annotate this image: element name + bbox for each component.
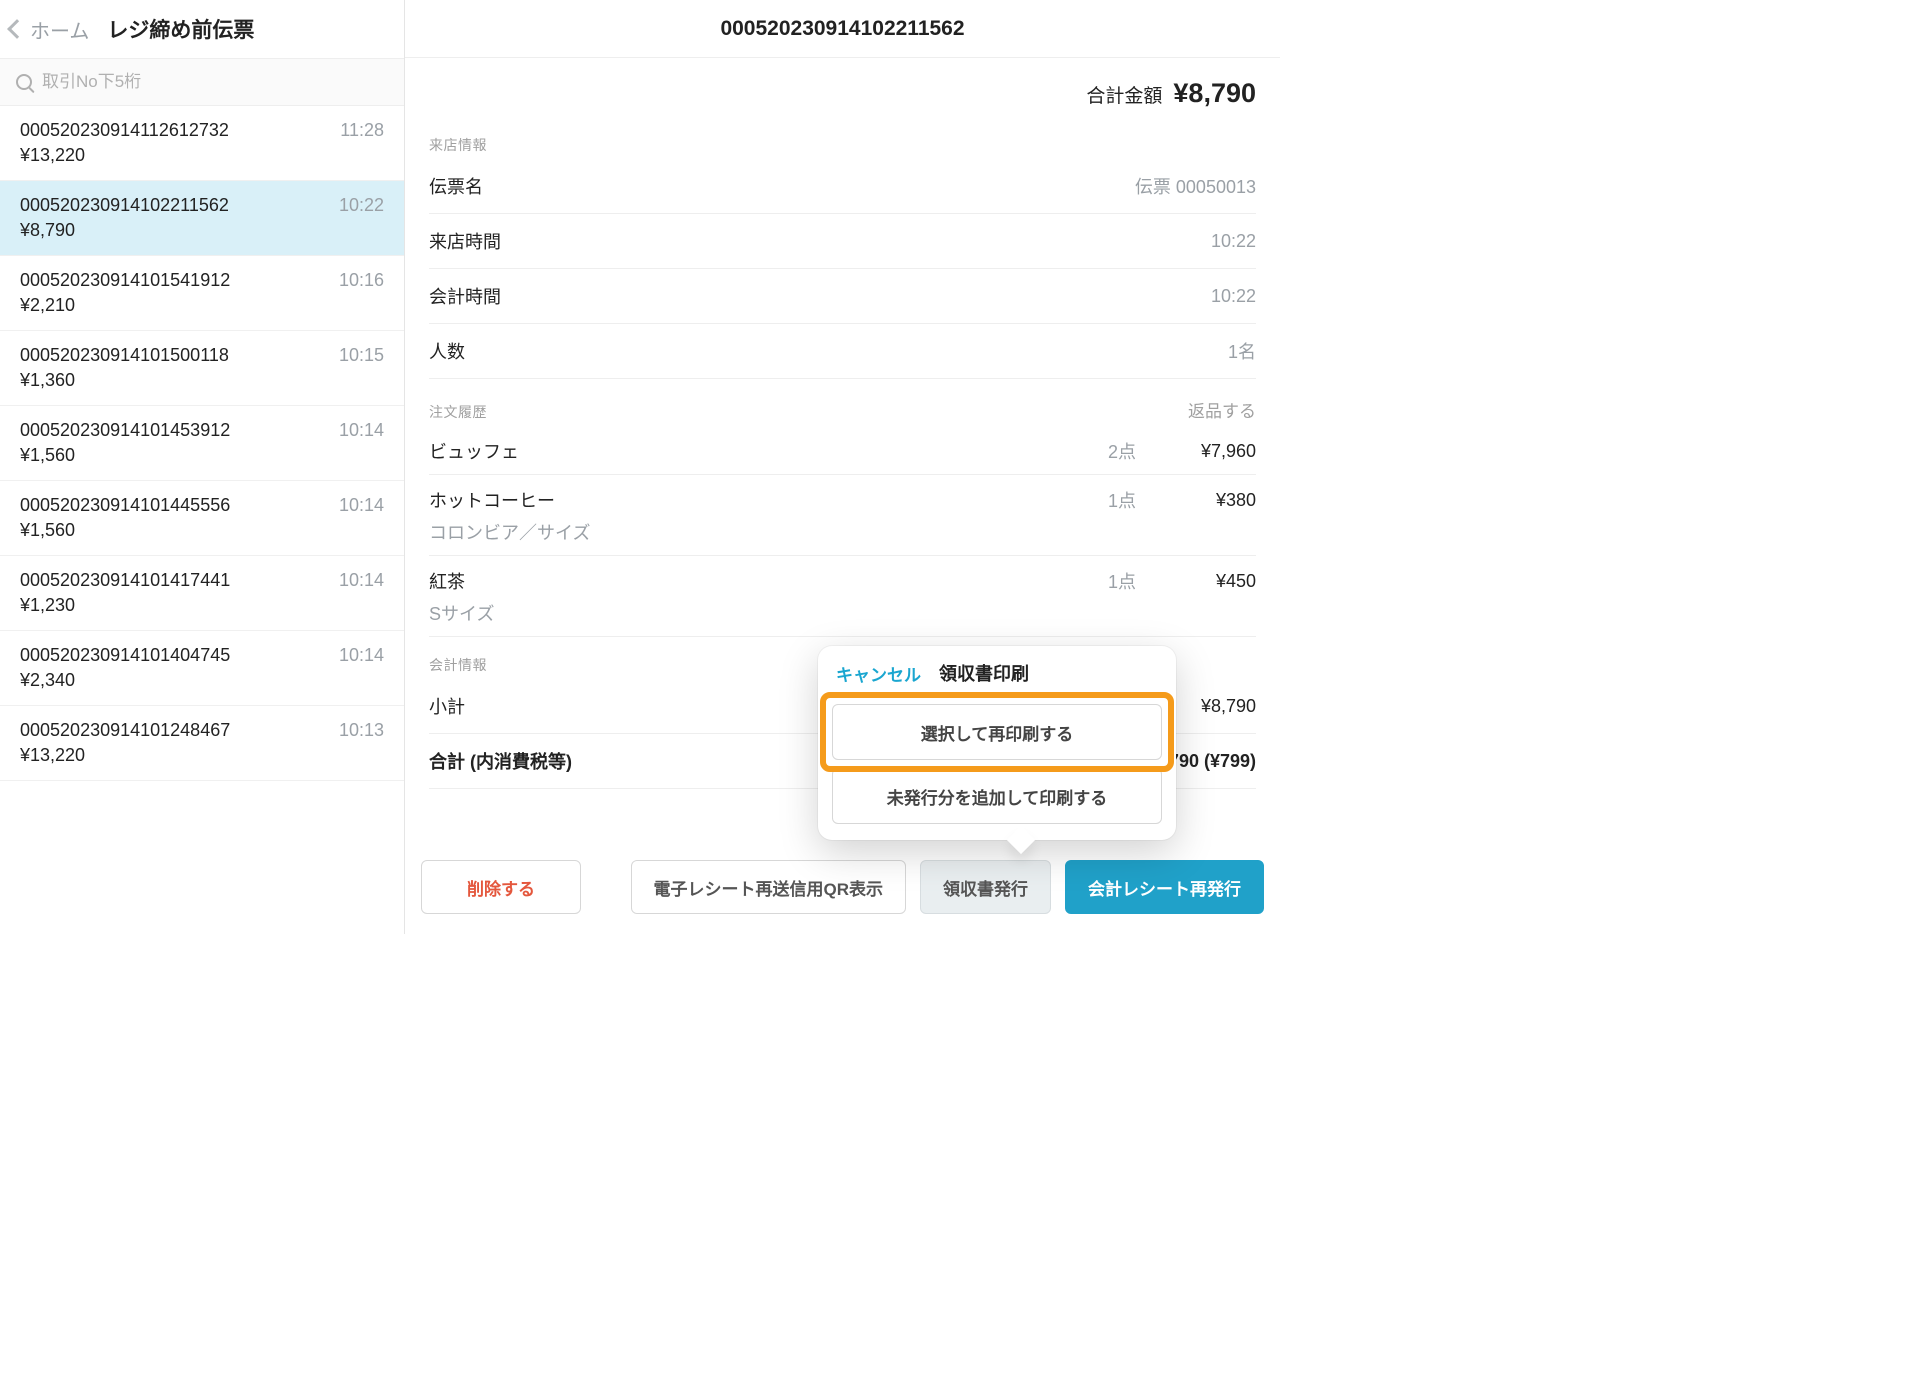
transaction-item[interactable]: 000520230914101541912 10:16 ¥2,210 — [0, 256, 404, 331]
detail-header: 000520230914102211562 — [405, 0, 1280, 58]
transaction-item[interactable]: 000520230914102211562 10:22 ¥8,790 — [0, 181, 404, 256]
transaction-item[interactable]: 000520230914101445556 10:14 ¥1,560 — [0, 481, 404, 556]
arrive-label: 来店時間 — [429, 228, 501, 254]
total-label: 合計金額 — [1086, 86, 1162, 107]
arrive-value: 10:22 — [1211, 231, 1256, 252]
transaction-id: 000520230914101500118 — [20, 345, 229, 366]
transaction-id: 000520230914101541912 — [20, 270, 230, 291]
transaction-id: 000520230914101453912 — [20, 420, 230, 441]
transaction-id: 000520230914102211562 — [20, 195, 229, 216]
transaction-item[interactable]: 000520230914101500118 10:15 ¥1,360 — [0, 331, 404, 406]
order-row: 紅茶1点¥450 Sサイズ — [429, 556, 1256, 637]
transaction-time: 10:15 — [339, 345, 384, 366]
action-bar: 削除する 電子レシート再送信用QR表示 領収書発行 会計レシート再発行 — [405, 842, 1280, 934]
order-qty: 2点 — [1026, 438, 1136, 464]
transaction-amount: ¥2,210 — [20, 295, 384, 316]
transaction-item[interactable]: 000520230914101417441 10:14 ¥1,230 — [0, 556, 404, 631]
popover-add-unissued-button[interactable]: 未発行分を追加して印刷する — [832, 768, 1162, 824]
subtotal-value: ¥8,790 — [1201, 696, 1256, 717]
slip-row: 伝票名 伝票 00050013 — [429, 159, 1256, 214]
order-row: ホットコーヒー1点¥380 コロンビア／サイズ — [429, 475, 1256, 556]
transaction-id: 000520230914112612732 — [20, 120, 229, 141]
reissue-button[interactable]: 会計レシート再発行 — [1065, 860, 1264, 914]
order-name: ビュッフェ — [429, 438, 1026, 464]
transaction-time: 10:14 — [339, 495, 384, 516]
search-row[interactable] — [0, 58, 404, 106]
popover-cancel[interactable]: キャンセル — [836, 661, 921, 686]
transaction-amount: ¥13,220 — [20, 745, 384, 766]
search-icon — [16, 74, 32, 90]
order-qty: 1点 — [1026, 568, 1136, 594]
total-line: 合計金額 ¥8,790 — [429, 78, 1256, 109]
order-row: ビュッフェ2点¥7,960 — [429, 426, 1256, 475]
transaction-time: 10:13 — [339, 720, 384, 741]
order-qty: 1点 — [1026, 487, 1136, 513]
delete-button[interactable]: 削除する — [421, 860, 581, 914]
order-price: ¥7,960 — [1136, 441, 1256, 462]
visit-section-label: 来店情報 — [429, 135, 487, 155]
transaction-amount: ¥13,220 — [20, 145, 384, 166]
transaction-item[interactable]: 000520230914112612732 11:28 ¥13,220 — [0, 106, 404, 181]
transaction-id: 000520230914101417441 — [20, 570, 230, 591]
pay-section-label: 会計情報 — [429, 655, 487, 675]
receipt-print-popover: キャンセル 領収書印刷 選択して再印刷する 未発行分を追加して印刷する — [818, 646, 1176, 840]
screen-title: レジ締め前伝票 — [107, 14, 254, 44]
order-name: 紅茶 — [429, 568, 1026, 594]
transaction-amount: ¥1,360 — [20, 370, 384, 391]
settle-label: 会計時間 — [429, 283, 501, 309]
transaction-time: 10:14 — [339, 645, 384, 666]
transaction-time: 10:22 — [339, 195, 384, 216]
left-header: ホーム レジ締め前伝票 — [0, 0, 404, 58]
order-sub: Sサイズ — [429, 600, 1256, 626]
slip-label: 伝票名 — [429, 173, 483, 199]
transaction-time: 10:16 — [339, 270, 384, 291]
transaction-amount: ¥2,340 — [20, 670, 384, 691]
transaction-time: 10:14 — [339, 570, 384, 591]
order-price: ¥450 — [1136, 571, 1256, 592]
settle-row: 会計時間 10:22 — [429, 269, 1256, 324]
orders-section-head: 注文履歴 返品する — [429, 397, 1256, 422]
transaction-time: 10:14 — [339, 420, 384, 441]
subtotal-label: 小計 — [429, 693, 465, 719]
transaction-list-panel: ホーム レジ締め前伝票 000520230914112612732 11:28 ¥1… — [0, 0, 405, 934]
people-value: 1名 — [1228, 338, 1256, 364]
transaction-amount: ¥1,230 — [20, 595, 384, 616]
transaction-id: 000520230914101404745 — [20, 645, 230, 666]
transaction-item[interactable]: 000520230914101248467 10:13 ¥13,220 — [0, 706, 404, 781]
issue-receipt-button[interactable]: 領収書発行 — [920, 860, 1051, 914]
transaction-time: 11:28 — [340, 120, 384, 141]
orders-section-label: 注文履歴 — [429, 402, 487, 422]
qr-button[interactable]: 電子レシート再送信用QR表示 — [631, 860, 907, 914]
order-list: ビュッフェ2点¥7,960ホットコーヒー1点¥380コロンビア／サイズ紅茶1点¥… — [429, 426, 1256, 637]
visit-section-head: 来店情報 — [429, 135, 1256, 155]
popover-select-reprint-button[interactable]: 選択して再印刷する — [832, 704, 1162, 760]
back-label: ホーム — [30, 15, 89, 44]
slip-value: 伝票 00050013 — [1135, 173, 1256, 199]
search-input[interactable] — [42, 72, 388, 92]
people-row: 人数 1名 — [429, 324, 1256, 379]
settle-value: 10:22 — [1211, 286, 1256, 307]
back-button[interactable]: ホーム — [10, 15, 89, 44]
grand-label: 合計 (内消費税等) — [429, 748, 572, 774]
popover-title: 領収書印刷 — [939, 660, 1029, 686]
order-sub: コロンビア／サイズ — [429, 519, 1256, 545]
transaction-item[interactable]: 000520230914101404745 10:14 ¥2,340 — [0, 631, 404, 706]
transaction-id: 000520230914101445556 — [20, 495, 230, 516]
order-price: ¥380 — [1136, 490, 1256, 511]
return-action[interactable]: 返品する — [1188, 397, 1256, 422]
transaction-amount: ¥8,790 — [20, 220, 384, 241]
transaction-amount: ¥1,560 — [20, 520, 384, 541]
transaction-list[interactable]: 00052023091411261273211:28¥13,2200005202… — [0, 106, 404, 934]
transaction-amount: ¥1,560 — [20, 445, 384, 466]
transaction-id: 000520230914101248467 — [20, 720, 230, 741]
popover-head: キャンセル 領収書印刷 — [832, 658, 1162, 696]
arrive-row: 来店時間 10:22 — [429, 214, 1256, 269]
transaction-item[interactable]: 000520230914101453912 10:14 ¥1,560 — [0, 406, 404, 481]
total-amount: ¥8,790 — [1173, 78, 1256, 108]
chevron-left-icon — [7, 19, 27, 39]
order-name: ホットコーヒー — [429, 487, 1026, 513]
detail-title: 000520230914102211562 — [720, 17, 964, 41]
people-label: 人数 — [429, 338, 465, 364]
